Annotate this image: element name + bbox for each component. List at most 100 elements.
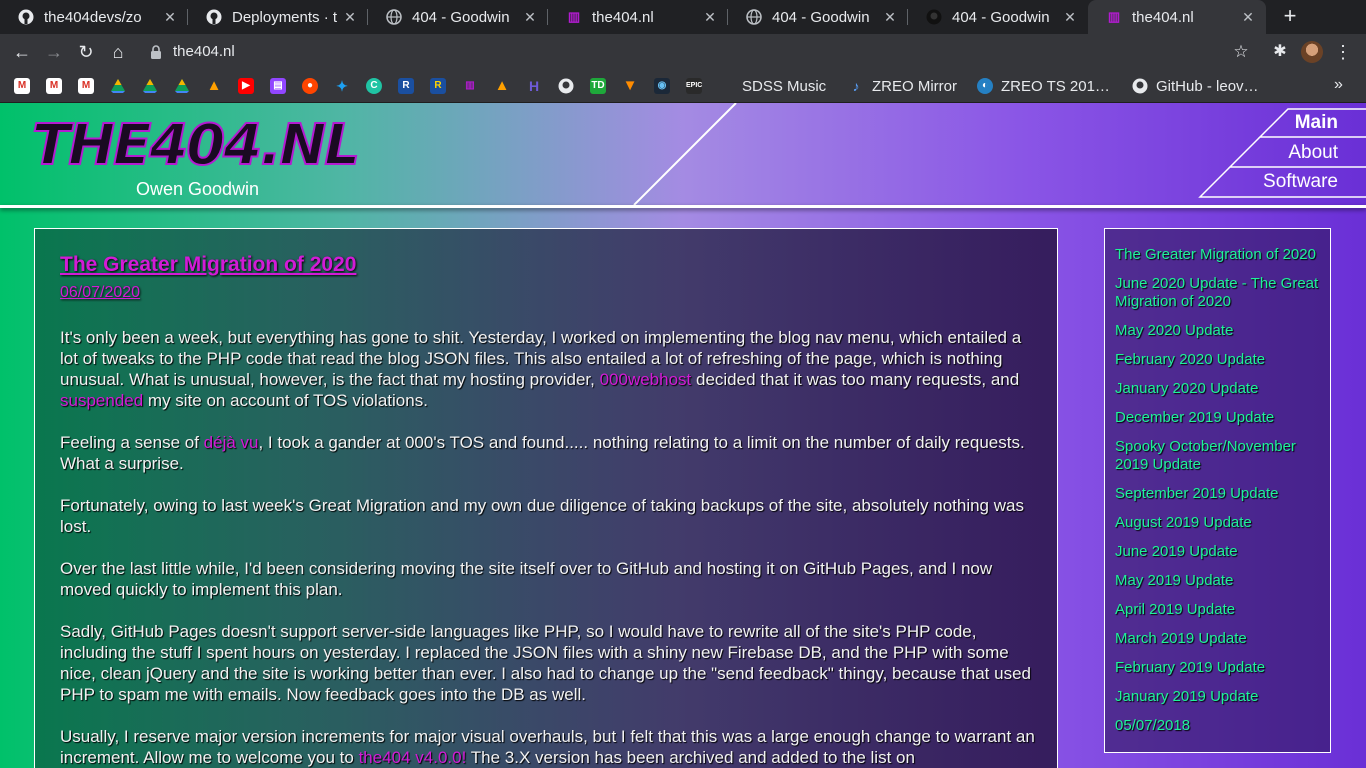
browser-tab[interactable]: ▥ the404.nl ✕ (548, 0, 728, 34)
browser-tab[interactable]: Deployments · t ✕ (188, 0, 368, 34)
header-divider (633, 103, 737, 205)
browser-tab[interactable]: the404devs/zo ✕ (0, 0, 188, 34)
google-drive-icon[interactable] (142, 78, 158, 94)
close-icon[interactable]: ✕ (1058, 9, 1082, 26)
github-icon (1132, 78, 1148, 94)
chevron-right-icon[interactable]: » (1334, 76, 1343, 94)
github-icon[interactable] (558, 78, 574, 94)
site-logo[interactable]: THE404.NL (31, 116, 361, 176)
globe-icon (746, 9, 762, 25)
close-icon[interactable]: ✕ (338, 9, 362, 26)
new-tab-icon[interactable]: + (1278, 4, 1302, 28)
blog-nav-item[interactable]: January 2019 Update (1115, 688, 1320, 706)
gmail-icon[interactable]: M (78, 78, 94, 94)
firebase-icon[interactable]: ▲ (206, 78, 222, 94)
blog-nav-item[interactable]: The Greater Migration of 2020 (1115, 246, 1320, 264)
paragraph: Sadly, GitHub Pages doesn't support serv… (60, 622, 1031, 704)
paragraph: It's only been a week, but everything ha… (60, 328, 1022, 410)
r-icon[interactable]: R (430, 78, 446, 94)
blog-nav-item[interactable]: February 2020 Update (1115, 351, 1320, 369)
blog-nav-list: The Greater Migration of 2020 June 2020 … (1115, 246, 1320, 746)
header-rule (0, 205, 1366, 208)
bookmark-item[interactable]: ◐ ZREO TS 201… (977, 76, 1110, 96)
epic-games-icon[interactable]: EPIC (686, 78, 702, 94)
close-icon[interactable]: ✕ (698, 9, 722, 26)
address-bar[interactable]: the404.nl (173, 43, 235, 60)
browser-tab[interactable]: 404 - Goodwin ✕ (368, 0, 548, 34)
heroku-icon[interactable]: H (526, 78, 542, 94)
home-icon[interactable]: ⌂ (106, 40, 130, 64)
bookmark-item[interactable]: SDSS Music (742, 76, 826, 96)
blog-nav-item[interactable]: August 2019 Update (1115, 514, 1320, 532)
circle-c-icon[interactable]: C (366, 78, 382, 94)
forward-icon[interactable]: → (42, 40, 66, 64)
link-deja-vu[interactable]: déjà vu (204, 433, 259, 452)
menu-icon[interactable]: ⋮ (1334, 40, 1352, 64)
firebase-icon[interactable]: ▲ (494, 78, 510, 94)
youtube-icon[interactable]: ▶ (238, 78, 254, 94)
twitter-icon[interactable]: ✦ (334, 78, 350, 94)
bookmark-item[interactable]: GitHub - leov… (1132, 76, 1259, 96)
blog-nav-item[interactable]: December 2019 Update (1115, 409, 1320, 427)
blog-nav-item[interactable]: June 2019 Update (1115, 543, 1320, 561)
blog-nav-item[interactable]: February 2019 Update (1115, 659, 1320, 677)
blog-nav-item[interactable]: May 2020 Update (1115, 322, 1320, 340)
browser-tab[interactable]: 404 - Goodwin ✕ (728, 0, 908, 34)
close-icon[interactable]: ✕ (158, 9, 182, 26)
td-icon[interactable]: TD (590, 78, 606, 94)
blog-nav-item[interactable]: September 2019 Update (1115, 485, 1320, 503)
lock-icon[interactable] (150, 42, 164, 62)
google-drive-icon[interactable] (110, 78, 126, 94)
post-date[interactable]: 06/07/2020 (60, 284, 140, 302)
funnel-icon[interactable]: ▼ (622, 78, 638, 94)
close-icon[interactable]: ✕ (878, 9, 902, 26)
post-body: It's only been a week, but everything ha… (60, 327, 1040, 768)
teamspeak-icon: ◐ (977, 78, 993, 94)
r-icon[interactable]: R (398, 78, 414, 94)
browser-tab-active[interactable]: ▥ the404.nl ✕ (1088, 0, 1266, 34)
tab-title: the404.nl (1132, 8, 1194, 26)
blog-nav-item[interactable]: May 2019 Update (1115, 572, 1320, 590)
github-icon (206, 9, 222, 25)
post-title[interactable]: The Greater Migration of 2020 (60, 253, 356, 277)
google-drive-icon[interactable] (174, 78, 190, 94)
link-v4[interactable]: the404 v4.0.0! (359, 748, 467, 767)
tab-title: the404devs/zo (44, 8, 142, 26)
the404-icon[interactable]: ▥ (462, 78, 478, 94)
reddit-icon[interactable]: ● (302, 78, 318, 94)
back-icon[interactable]: ← (10, 40, 34, 64)
bookmark-label: ZREO Mirror (872, 77, 957, 95)
reload-icon[interactable]: ↻ (74, 40, 98, 64)
browser-tab[interactable]: 404 - Goodwin ✕ (908, 0, 1088, 34)
paragraph: Usually, I reserve major version increme… (60, 727, 1035, 767)
blog-nav-item[interactable]: March 2019 Update (1115, 630, 1320, 648)
gmail-icon[interactable]: M (14, 78, 30, 94)
link-000webhost[interactable]: 000webhost (600, 370, 692, 389)
nav-software[interactable]: Software (1230, 168, 1366, 196)
tab-bar: the404devs/zo ✕ Deployments · t ✕ 404 - … (0, 0, 1366, 34)
tab-title: 404 - Goodwin (772, 8, 870, 26)
tab-title: 404 - Goodwin (952, 8, 1050, 26)
blog-nav-item[interactable]: Spooky October/November 2019 Update (1115, 438, 1320, 474)
twitch-icon[interactable]: ▤ (270, 78, 286, 94)
the404-icon: ▥ (1107, 9, 1121, 24)
blog-nav-item[interactable]: April 2019 Update (1115, 601, 1320, 619)
blog-nav-item[interactable]: 05/07/2018 (1115, 717, 1320, 735)
bookmark-label: GitHub - leov… (1156, 77, 1259, 95)
globe-icon (386, 9, 402, 25)
bookmark-label: SDSS Music (742, 77, 827, 95)
close-icon[interactable]: ✕ (1236, 9, 1260, 26)
blog-nav-item[interactable]: June 2020 Update - The Great Migration o… (1115, 275, 1320, 311)
gmail-icon[interactable]: M (46, 78, 62, 94)
blog-nav-item[interactable]: January 2020 Update (1115, 380, 1320, 398)
link-suspended[interactable]: suspended (60, 391, 143, 410)
site-author: Owen Goodwin (136, 179, 260, 199)
nav-main[interactable]: Main (1290, 109, 1366, 137)
nav-about[interactable]: About (1260, 139, 1366, 167)
star-icon[interactable]: ☆ (1229, 40, 1253, 64)
bookmark-item[interactable]: ♪ ZREO Mirror (848, 76, 958, 96)
avatar[interactable] (1301, 41, 1323, 63)
steam-icon[interactable]: ◉ (654, 78, 670, 94)
extensions-icon[interactable]: ✱ (1268, 40, 1292, 64)
close-icon[interactable]: ✕ (518, 9, 542, 26)
